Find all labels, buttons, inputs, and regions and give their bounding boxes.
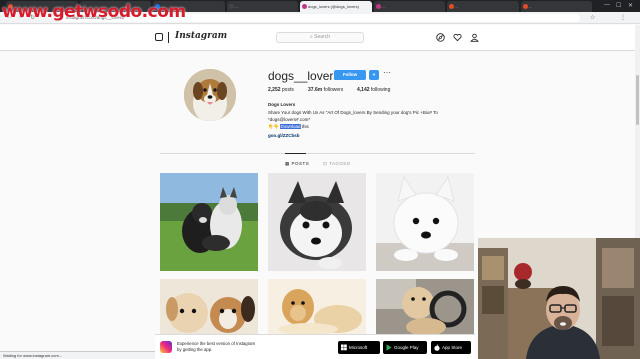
posts-count: 2,252 posts bbox=[268, 87, 294, 93]
browser-tab[interactable]: ... bbox=[373, 1, 445, 12]
webcam-presenter-overlay bbox=[478, 238, 640, 359]
followers-count-label: followers bbox=[323, 87, 344, 93]
play-triangle-icon bbox=[386, 344, 392, 351]
pointing-hands-emoji: 👇👇 bbox=[268, 124, 280, 129]
close-window-icon[interactable]: ✕ bbox=[628, 2, 633, 9]
bio-download-line: 👇👇 Download this bbox=[268, 124, 309, 130]
windows-icon bbox=[341, 344, 347, 351]
bookmark-star-icon[interactable]: ☆ bbox=[590, 14, 595, 21]
scrollbar-thumb[interactable] bbox=[636, 75, 639, 125]
banner-message: Experience the best version of Instagram… bbox=[177, 341, 256, 352]
tab-tagged[interactable]: ⊡ TAGGED bbox=[323, 161, 351, 167]
selected-text: Download bbox=[280, 124, 301, 129]
active-tab-indicator bbox=[285, 153, 306, 154]
browser-tab-label: ... bbox=[528, 4, 532, 9]
suggestions-dropdown-button[interactable]: ▾ bbox=[369, 70, 379, 80]
tab-favicon-icon bbox=[522, 4, 528, 9]
following-count-label: following bbox=[370, 87, 391, 93]
browser-tab[interactable]: ... bbox=[520, 1, 592, 12]
more-options-icon[interactable]: ··· bbox=[383, 68, 391, 77]
following-count-value: 4,142 bbox=[357, 87, 370, 93]
browser-tab-label: ... bbox=[234, 4, 238, 9]
search-placeholder: Search bbox=[314, 34, 331, 40]
browser-tab-label: ... bbox=[381, 4, 385, 9]
follow-button[interactable]: Follow bbox=[334, 70, 366, 80]
browser-tab-label: dogs_lovers (@dogs_lovers) bbox=[308, 4, 359, 9]
profile-tabs-divider bbox=[160, 153, 475, 154]
tab-favicon-icon bbox=[449, 4, 454, 9]
posts-count-value: 2,252 bbox=[268, 87, 281, 93]
browser-tab[interactable]: dogs_lovers (@dogs_lovers) bbox=[300, 1, 372, 12]
browser-status-bar: Waiting for www.instagram.com... bbox=[0, 351, 155, 359]
bio-text: this bbox=[301, 124, 309, 129]
profile-person-icon[interactable] bbox=[470, 33, 479, 42]
tab-posts[interactable]: ▦ POSTS bbox=[285, 161, 309, 167]
instagram-header: Instagram ⌕ Search bbox=[0, 25, 640, 51]
posts-count-label: posts bbox=[281, 87, 294, 93]
tab-posts-label: POSTS bbox=[291, 161, 310, 166]
google-play-button[interactable]: Google Play bbox=[383, 341, 427, 354]
bio-full-name: Dogs Lovers bbox=[268, 102, 296, 107]
instagram-app-icon bbox=[160, 341, 172, 353]
post-thumbnail-golden-retrievers[interactable] bbox=[268, 279, 366, 334]
app-store-label: App Store bbox=[442, 345, 463, 350]
browser-tab[interactable]: ... bbox=[447, 1, 519, 12]
microsoft-store-label: Microsoft bbox=[349, 345, 368, 350]
profile-avatar[interactable] bbox=[184, 69, 236, 121]
maximize-icon[interactable]: ☐ bbox=[616, 2, 621, 9]
tab-favicon-icon bbox=[228, 4, 234, 9]
bio-line: Share Your dogs With Us As "Art Of Dogs_… bbox=[268, 110, 438, 115]
profile-username: dogs__lovers bbox=[268, 69, 340, 83]
explore-compass-icon[interactable] bbox=[436, 33, 445, 42]
post-thumbnail-husky-puppy[interactable] bbox=[268, 173, 366, 271]
get-app-banner: Experience the best version of Instagram… bbox=[155, 334, 475, 359]
browser-tab[interactable]: ... bbox=[226, 1, 298, 12]
google-play-label: Google Play bbox=[394, 345, 419, 350]
following-count[interactable]: 4,142 following bbox=[357, 87, 390, 93]
watermark: www.getwsodo.com bbox=[2, 2, 186, 22]
minimize-icon[interactable]: — bbox=[604, 2, 610, 8]
tab-favicon-icon bbox=[375, 4, 381, 9]
search-input[interactable]: ⌕ Search bbox=[276, 32, 364, 43]
bio-website-link[interactable]: goo.gl/ZZCbsb bbox=[268, 133, 300, 139]
app-store-button[interactable]: App Store bbox=[431, 341, 471, 354]
instagram-logo[interactable]: Instagram bbox=[175, 31, 227, 41]
tab-favicon-icon bbox=[302, 4, 307, 9]
post-thumbnail-dog-driving[interactable] bbox=[376, 279, 474, 334]
instagram-camera-icon[interactable] bbox=[155, 33, 163, 41]
microsoft-store-button[interactable]: Microsoft bbox=[338, 341, 380, 354]
activity-heart-icon[interactable] bbox=[453, 33, 462, 42]
logo-divider bbox=[168, 32, 169, 43]
apple-icon bbox=[434, 344, 440, 351]
tab-tagged-label: TAGGED bbox=[328, 161, 351, 166]
followers-count[interactable]: 37.6m followers bbox=[308, 87, 343, 93]
bio-email: *dogs@lovers#.com* bbox=[268, 117, 311, 122]
post-thumbnail-dogs-on-grass[interactable] bbox=[160, 173, 258, 271]
post-thumbnail-white-samoyed[interactable] bbox=[376, 173, 474, 271]
post-thumbnail-two-puppies[interactable] bbox=[160, 279, 258, 334]
browser-tab-label: ... bbox=[455, 4, 459, 9]
followers-count-value: 37.6m bbox=[308, 87, 323, 93]
browser-menu-icon[interactable]: ⋮ bbox=[620, 14, 626, 21]
